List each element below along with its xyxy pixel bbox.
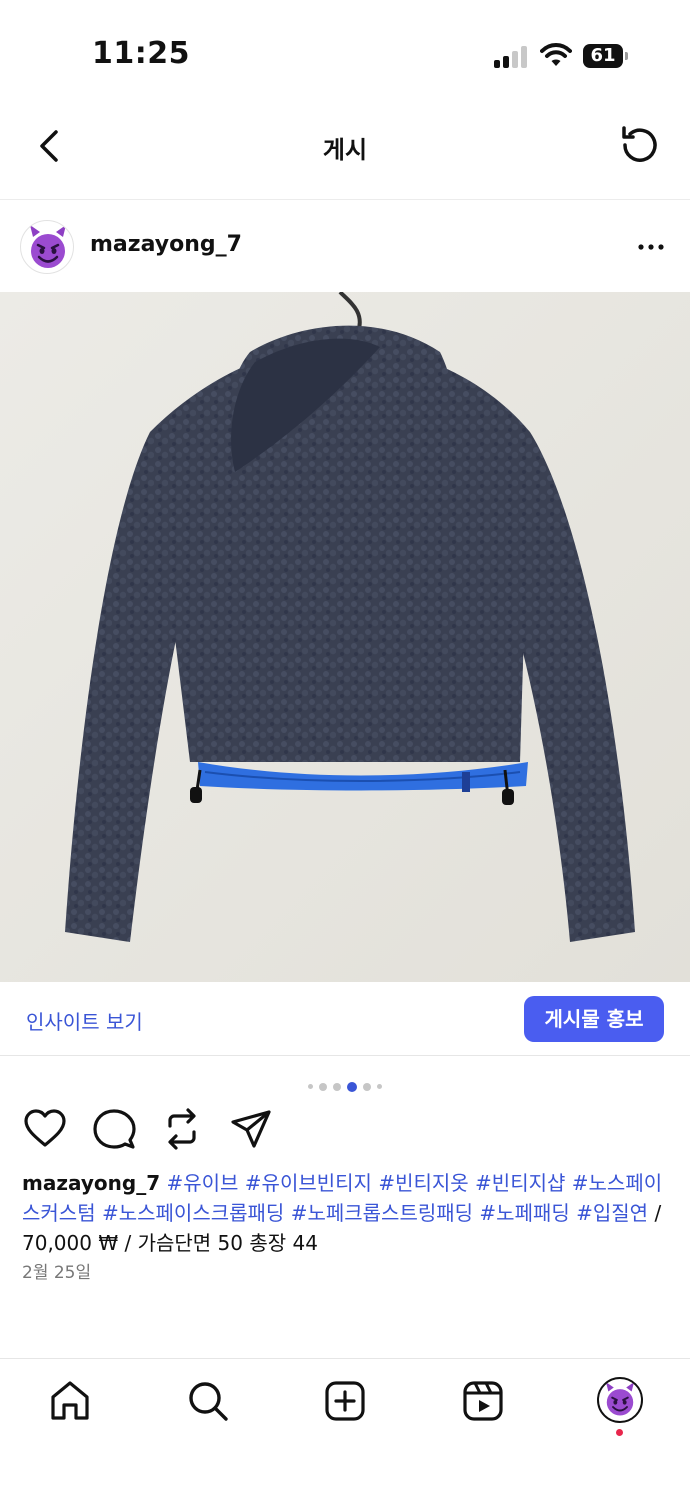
post-photo[interactable] [0, 292, 690, 982]
repost-icon[interactable] [159, 1106, 205, 1152]
profile-tab-avatar[interactable] [597, 1377, 643, 1423]
status-bar: 11:25 61 [0, 0, 690, 100]
post-username[interactable]: mazayong_7 [90, 232, 242, 257]
post-author-row: mazayong_7 [0, 214, 690, 280]
carousel-dot [363, 1082, 371, 1091]
caption-username[interactable]: mazayong_7 [22, 1171, 160, 1195]
refresh-icon[interactable] [616, 122, 662, 168]
hashtag[interactable]: #노스페이스크롭패딩 [102, 1201, 284, 1225]
page-title: 게시 [322, 136, 368, 164]
carousel-dot [347, 1081, 357, 1092]
cellular-signal-icon [494, 46, 530, 68]
hashtag[interactable]: #빈티지옷 [378, 1171, 468, 1195]
carousel-indicator [0, 1076, 690, 1092]
wifi-icon [540, 43, 572, 66]
hashtag[interactable]: #노페패딩 [479, 1201, 569, 1225]
home-icon[interactable] [46, 1377, 94, 1425]
top-header: 게시 [0, 100, 690, 200]
carousel-dot [377, 1084, 382, 1089]
heart-icon[interactable] [22, 1106, 68, 1152]
more-horizontal-icon[interactable] [634, 230, 668, 264]
hashtag[interactable]: #입질연 [576, 1201, 648, 1225]
avatar[interactable] [20, 220, 74, 274]
notification-dot [616, 1429, 623, 1436]
post-caption: mazayong_7 #유이브 #유이브빈티지 #빈티지옷 #빈티지샵 #노스페… [22, 1168, 672, 1258]
comment-icon[interactable] [91, 1106, 137, 1152]
status-time: 11:25 [92, 36, 190, 71]
send-icon[interactable] [228, 1106, 274, 1152]
smiling-devil-icon [30, 225, 66, 268]
jacket-photo [0, 292, 690, 982]
post-date: 2월 25일 [22, 1263, 92, 1283]
view-insights-link[interactable]: 인사이트 보기 [26, 1006, 143, 1035]
battery-indicator: 61 [583, 44, 628, 68]
hashtag[interactable]: #노페크롭스트링패딩 [291, 1201, 473, 1225]
hashtag[interactable]: #유이브빈티지 [245, 1171, 372, 1195]
carousel-dot [319, 1082, 327, 1091]
plus-square-icon[interactable] [321, 1377, 369, 1425]
carousel-dot [333, 1082, 341, 1091]
insights-row: 인사이트 보기 게시물 홍보 [0, 982, 690, 1056]
bottom-nav [0, 1358, 690, 1500]
carousel-dot [308, 1084, 313, 1089]
post-action-bar [0, 1104, 690, 1156]
reels-icon[interactable] [459, 1377, 507, 1425]
search-icon[interactable] [184, 1377, 232, 1425]
smiling-devil-icon [606, 1382, 634, 1416]
hashtag[interactable]: #빈티지샵 [475, 1171, 565, 1195]
promote-post-button[interactable]: 게시물 홍보 [524, 996, 664, 1042]
hashtag[interactable]: #유이브 [166, 1171, 238, 1195]
